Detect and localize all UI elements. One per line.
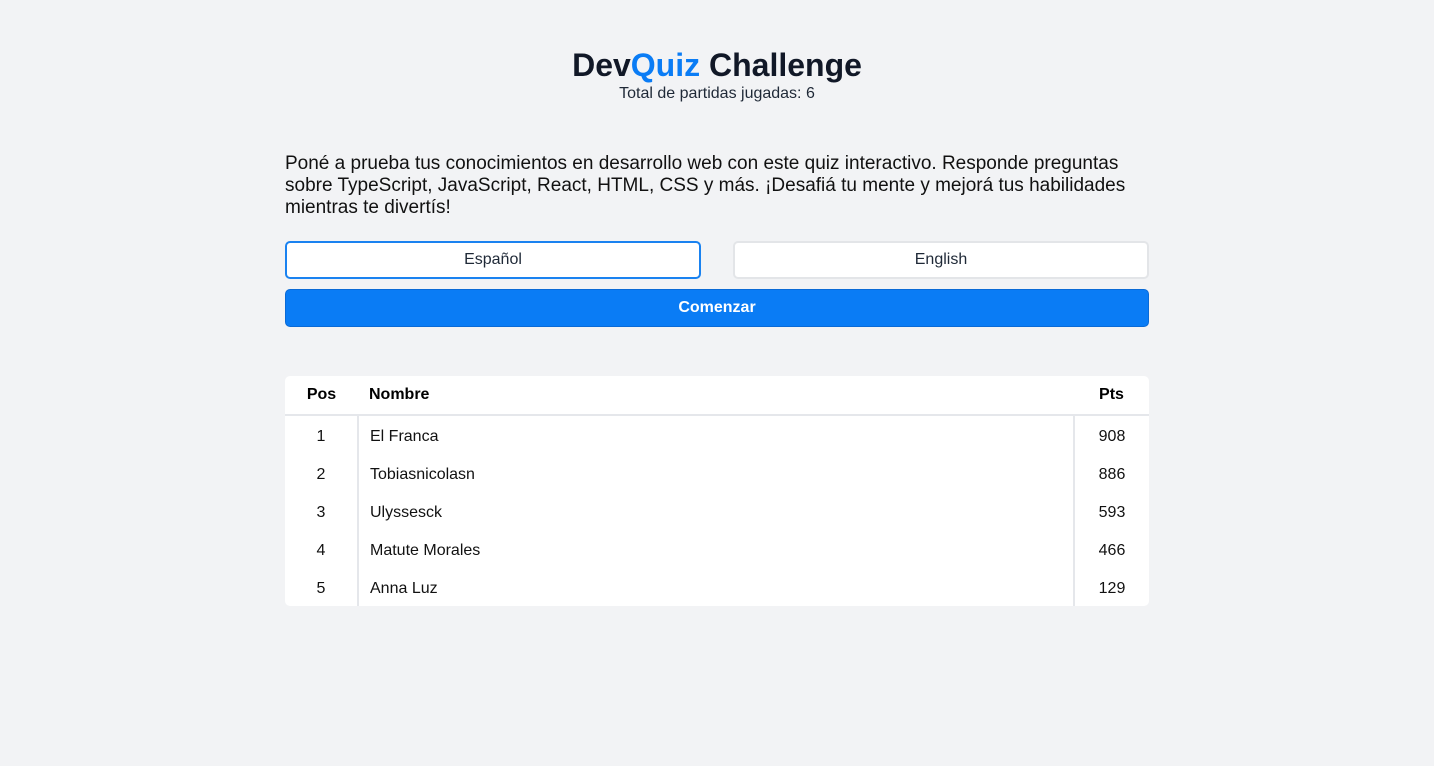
row-pts: 886 [1098,466,1126,483]
row-name: Anna Luz [357,570,1075,606]
row-name: Matute Morales [357,532,1075,570]
header-name: Nombre [358,376,1074,416]
table-row: 2 Tobiasnicolasn 886 [285,456,1149,494]
row-pts: 908 [1098,428,1126,445]
title-quiz: Quiz [630,47,701,83]
app-title: DevQuiz Challenge [0,46,1434,84]
intro-description: Poné a prueba tus conocimientos en desar… [285,153,1126,218]
row-name: El Franca [357,415,1075,456]
row-name: Ulyssesck [357,494,1075,532]
header-pts: Pts [1074,376,1149,416]
table-row: 3 Ulyssesck 593 [285,494,1149,532]
title-challenge: Challenge [700,47,862,83]
row-pos: 3 [316,504,326,521]
language-selector: Español English [285,241,1149,279]
table-row: 4 Matute Morales 466 [285,532,1149,570]
spanish-language-button[interactable]: Español [285,241,701,279]
page: DevQuiz Challenge Total de partidas juga… [0,0,1434,766]
row-pos: 5 [316,580,326,597]
table-row: 5 Anna Luz 129 [285,570,1149,606]
leaderboard-header-row: Pos Nombre Pts [285,376,1149,416]
title-dev: Dev [572,47,631,83]
leaderboard-table: Pos Nombre Pts 1 El Franca 908 2 Tobiasn… [285,376,1149,606]
english-language-button[interactable]: English [733,241,1149,279]
games-played-count: Total de partidas jugadas: 6 [619,85,815,102]
start-button[interactable]: Comenzar [285,289,1149,327]
row-name: Tobiasnicolasn [357,456,1075,494]
leaderboard: Pos Nombre Pts 1 El Franca 908 2 Tobiasn… [285,376,1149,606]
row-pts: 129 [1098,580,1126,597]
header: DevQuiz Challenge Total de partidas juga… [0,46,1434,104]
intro-section: Poné a prueba tus conocimientos en desar… [285,153,1149,327]
header-pos: Pos [285,376,358,416]
row-pts: 593 [1098,504,1126,521]
row-pos: 4 [316,542,326,559]
row-pos: 2 [316,466,326,483]
row-pos: 1 [316,428,326,445]
table-row: 1 El Franca 908 [285,415,1149,456]
row-pts: 466 [1098,542,1126,559]
